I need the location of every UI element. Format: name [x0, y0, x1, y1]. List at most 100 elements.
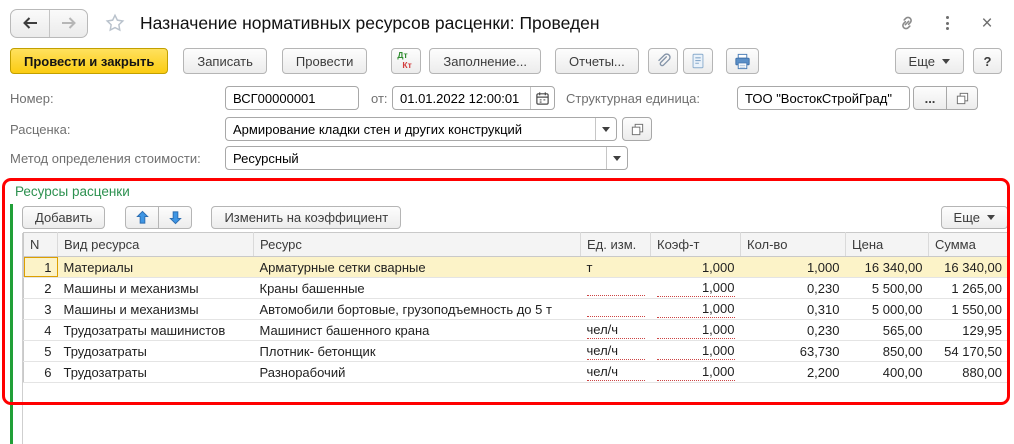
cell-price[interactable]: 565,00: [846, 320, 929, 341]
column-header-quantity[interactable]: Кол-во: [741, 233, 846, 257]
cell-price[interactable]: 5 500,00: [846, 278, 929, 299]
column-header-unit[interactable]: Ед. изм.: [581, 233, 651, 257]
cell-coefficient[interactable]: 1,000: [651, 299, 741, 320]
cell-unit[interactable]: [581, 299, 651, 320]
cell-price[interactable]: 850,00: [846, 341, 929, 362]
command-bar: Провести и закрыть Записать Провести Дт …: [10, 47, 1002, 75]
cell-resource-type[interactable]: Машины и механизмы: [58, 299, 254, 320]
column-header-resource-type[interactable]: Вид ресурса: [58, 233, 254, 257]
cell-n[interactable]: 5: [24, 341, 58, 362]
cell-unit[interactable]: [581, 278, 651, 299]
post-and-close-button[interactable]: Провести и закрыть: [10, 48, 168, 74]
column-header-n[interactable]: N: [24, 233, 58, 257]
cell-quantity[interactable]: 0,230: [741, 320, 846, 341]
cell-resource[interactable]: Автомобили бортовые, грузоподъемность до…: [254, 299, 581, 320]
cell-coefficient[interactable]: 1,000: [651, 278, 741, 299]
cell-n[interactable]: 1: [24, 257, 58, 278]
cell-price[interactable]: 400,00: [846, 362, 929, 383]
cell-resource[interactable]: Арматурные сетки сварные: [254, 257, 581, 278]
cell-coefficient[interactable]: 1,000: [651, 257, 741, 278]
rate-dropdown-button[interactable]: [595, 118, 616, 140]
structural-unit-open-button[interactable]: [946, 86, 978, 110]
cell-resource-type[interactable]: Материалы: [58, 257, 254, 278]
cell-n[interactable]: 6: [24, 362, 58, 383]
print-button[interactable]: [726, 48, 759, 74]
close-button[interactable]: ×: [974, 10, 1000, 36]
table-row[interactable]: 1 Материалы Арматурные сетки сварные т 1…: [24, 257, 1009, 278]
move-down-button[interactable]: [158, 206, 192, 229]
cost-method-field[interactable]: Ресурсный: [225, 146, 628, 170]
cell-resource-type[interactable]: Машины и механизмы: [58, 278, 254, 299]
add-row-button[interactable]: Добавить: [22, 206, 105, 229]
cell-price[interactable]: 5 000,00: [846, 299, 929, 320]
table-row[interactable]: 6 Трудозатраты Разнорабочий чел/ч 1,000 …: [24, 362, 1009, 383]
back-button[interactable]: [11, 10, 49, 37]
post-button[interactable]: Провести: [282, 48, 368, 74]
structural-unit-field[interactable]: ТОО "ВостокСтройГрад": [737, 86, 910, 110]
get-link-button[interactable]: [894, 10, 920, 36]
cell-quantity[interactable]: 0,230: [741, 278, 846, 299]
attachments-button[interactable]: [648, 48, 678, 74]
table-row[interactable]: 5 Трудозатраты Плотник- бетонщик чел/ч 1…: [24, 341, 1009, 362]
cell-price[interactable]: 16 340,00: [846, 257, 929, 278]
cell-n[interactable]: 3: [24, 299, 58, 320]
cell-n[interactable]: 2: [24, 278, 58, 299]
dt-kt-register-button[interactable]: Дт Кт: [391, 48, 421, 74]
favorite-star-icon[interactable]: [104, 12, 126, 34]
number-field[interactable]: ВСГ00000001: [225, 86, 359, 110]
cell-sum[interactable]: 1 550,00: [929, 299, 1009, 320]
column-header-resource[interactable]: Ресурс: [254, 233, 581, 257]
fill-button[interactable]: Заполнение...: [429, 48, 541, 74]
table-row[interactable]: 3 Машины и механизмы Автомобили бортовые…: [24, 299, 1009, 320]
cell-resource-type[interactable]: Трудозатраты машинистов: [58, 320, 254, 341]
cell-resource[interactable]: Краны башенные: [254, 278, 581, 299]
date-field[interactable]: 01.01.2022 12:00:01: [392, 86, 555, 110]
cell-quantity[interactable]: 0,310: [741, 299, 846, 320]
cell-sum[interactable]: 129,95: [929, 320, 1009, 341]
more-actions-button[interactable]: Еще: [895, 48, 964, 74]
table-row[interactable]: 4 Трудозатраты машинистов Машинист башен…: [24, 320, 1009, 341]
cell-coefficient[interactable]: 1,000: [651, 341, 741, 362]
column-header-price[interactable]: Цена: [846, 233, 929, 257]
cell-resource-type[interactable]: Трудозатраты: [58, 341, 254, 362]
cell-unit[interactable]: чел/ч: [581, 362, 651, 383]
cell-resource[interactable]: Плотник- бетонщик: [254, 341, 581, 362]
cell-coefficient[interactable]: 1,000: [651, 362, 741, 383]
rate-open-button[interactable]: [622, 117, 652, 141]
cell-sum[interactable]: 880,00: [929, 362, 1009, 383]
cell-quantity[interactable]: 1,000: [741, 257, 846, 278]
cell-quantity[interactable]: 63,730: [741, 341, 846, 362]
forward-button[interactable]: [49, 10, 87, 37]
calendar-picker-button[interactable]: [530, 87, 554, 109]
cell-resource[interactable]: Разнорабочий: [254, 362, 581, 383]
cell-unit[interactable]: чел/ч: [581, 341, 651, 362]
help-button[interactable]: ?: [973, 48, 1002, 74]
table-row[interactable]: 2 Машины и механизмы Краны башенные 1,00…: [24, 278, 1009, 299]
rate-field[interactable]: Армирование кладки стен и других констру…: [225, 117, 617, 141]
cell-unit[interactable]: чел/ч: [581, 320, 651, 341]
cell-n[interactable]: 4: [24, 320, 58, 341]
column-header-sum[interactable]: Сумма: [929, 233, 1009, 257]
document-report-button[interactable]: [683, 48, 713, 74]
structural-unit-choose-button[interactable]: ...: [913, 86, 947, 110]
section-more-button[interactable]: Еще: [941, 206, 1008, 229]
cell-quantity[interactable]: 2,200: [741, 362, 846, 383]
more-menu-button[interactable]: [934, 10, 960, 36]
cell-sum[interactable]: 54 170,50: [929, 341, 1009, 362]
cell-sum[interactable]: 16 340,00: [929, 257, 1009, 278]
change-by-coefficient-button[interactable]: Изменить на коэффициент: [211, 206, 401, 229]
reports-button[interactable]: Отчеты...: [555, 48, 639, 74]
move-up-button[interactable]: [125, 206, 159, 229]
cell-coefficient[interactable]: 1,000: [651, 320, 741, 341]
link-icon: [897, 13, 917, 33]
column-header-coefficient[interactable]: Коэф-т: [651, 233, 741, 257]
cell-value: чел/ч: [587, 322, 645, 339]
cell-unit[interactable]: т: [581, 257, 651, 278]
more-actions-label: Еще: [909, 54, 935, 69]
cell-sum[interactable]: 1 265,00: [929, 278, 1009, 299]
save-button[interactable]: Записать: [183, 48, 267, 74]
cell-resource[interactable]: Машинист башенного крана: [254, 320, 581, 341]
cell-resource-type[interactable]: Трудозатраты: [58, 362, 254, 383]
cost-method-dropdown-button[interactable]: [606, 147, 627, 169]
dropdown-arrow-icon: [613, 156, 621, 161]
